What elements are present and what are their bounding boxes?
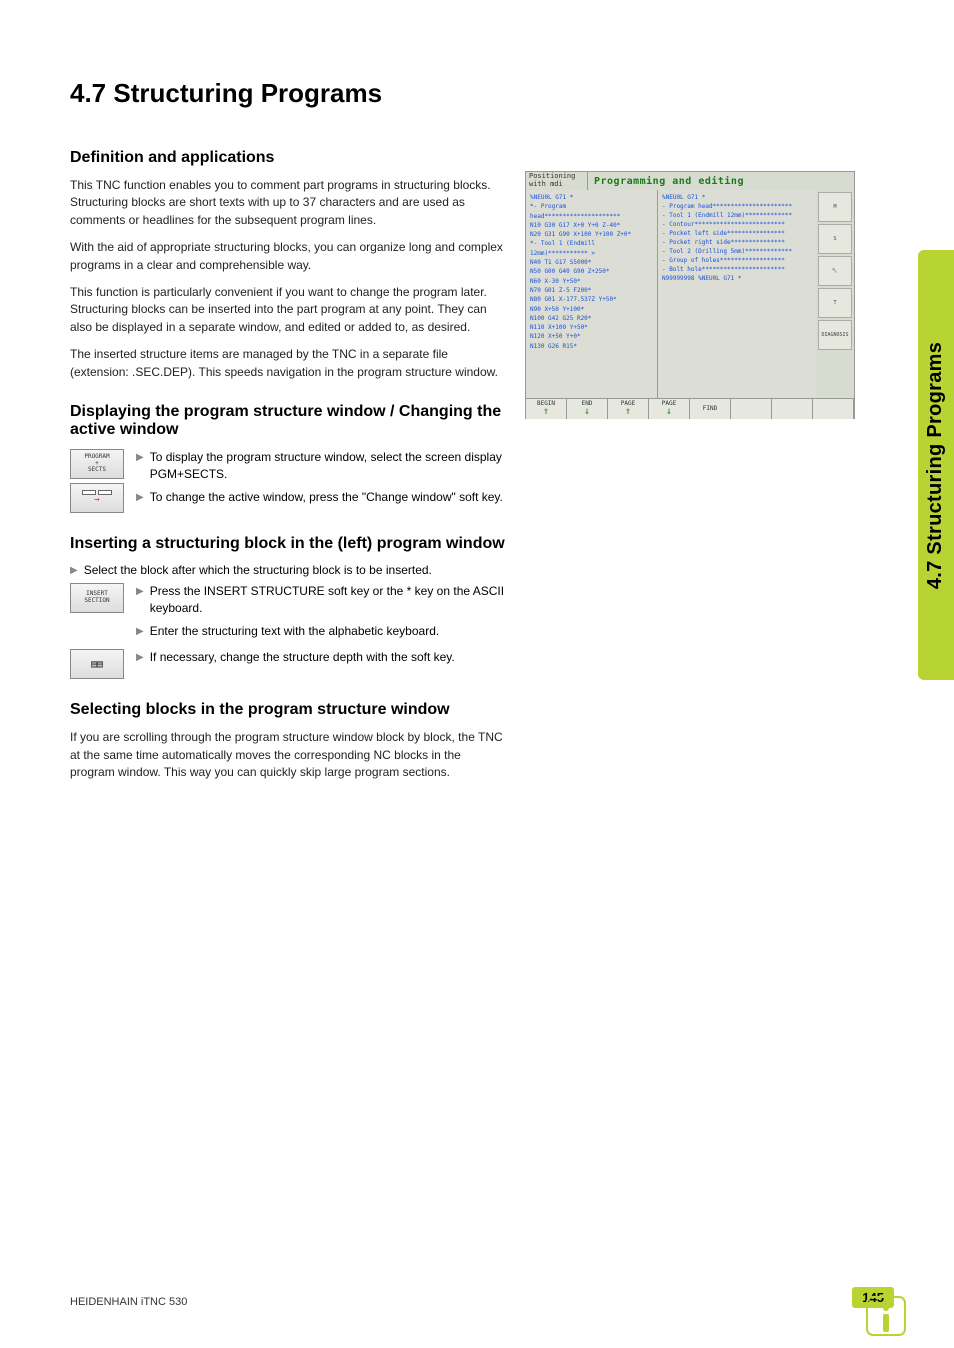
page-heading: 4.7 Structuring Programs — [70, 78, 894, 109]
ss-bottom-button[interactable]: FIND — [690, 399, 731, 419]
ss-right-button[interactable]: T — [818, 288, 852, 318]
ss-bottom-button[interactable]: PAGE⇑ — [608, 399, 649, 419]
disp-item-1: To display the program structure window,… — [150, 449, 505, 483]
ss-bottom-softkeys: BEGIN⇑END⇓PAGE⇑PAGE⇓FIND — [526, 398, 854, 419]
softkey-program-sects-label: PROGRAM + SECTS — [84, 454, 109, 474]
insert-item-1: Press the INSERT STRUCTURE soft key or t… — [150, 583, 505, 617]
ss-right-button[interactable]: S — [818, 224, 852, 254]
ss-program-pane: %NEU0L G71 **- Program head*************… — [526, 190, 658, 398]
change-window-icon: → — [82, 490, 112, 506]
insert-item-3: If necessary, change the structure depth… — [150, 649, 455, 666]
ss-structure-pane: %NEU0L G71 *- Program head**************… — [658, 190, 816, 398]
select-para-1: If you are scrolling through the program… — [70, 729, 505, 781]
ss-bottom-button[interactable] — [731, 399, 772, 419]
ss-bottom-button[interactable]: BEGIN⇑ — [526, 399, 567, 419]
def-para-4: The inserted structure items are managed… — [70, 346, 505, 381]
ss-bottom-button[interactable]: PAGE⇓ — [649, 399, 690, 419]
ss-right-button[interactable]: M — [818, 192, 852, 222]
ss-right-button[interactable]: 🔧 — [818, 256, 852, 286]
disp-item-2: To change the active window, press the "… — [150, 489, 503, 506]
section-display-title: Displaying the program structure window … — [70, 403, 505, 439]
ss-bottom-button[interactable] — [772, 399, 813, 419]
bullet-icon: ▶ — [136, 489, 144, 506]
bullet-icon: ▶ — [136, 449, 144, 483]
insert-lead: Select the block after which the structu… — [84, 563, 432, 577]
footer-product: HEIDENHAIN iTNC 530 — [70, 1296, 187, 1308]
ss-right-button[interactable]: DIAGNOSIS — [818, 320, 852, 350]
softkey-change-window[interactable]: → — [70, 483, 124, 513]
def-para-1: This TNC function enables you to comment… — [70, 177, 505, 229]
tnc-screenshot: Positioning with mdi Programming and edi… — [525, 171, 855, 419]
section-insert-title: Inserting a structuring block in the (le… — [70, 535, 505, 553]
info-icon — [866, 1296, 906, 1336]
def-para-2: With the aid of appropriate structuring … — [70, 239, 505, 274]
bullet-icon: ▶ — [136, 649, 144, 666]
insert-item-2: Enter the structuring text with the alph… — [150, 623, 440, 640]
section-definition-title: Definition and applications — [70, 149, 505, 167]
side-tab: 4.7 Structuring Programs — [918, 250, 954, 680]
ss-right-softkeys: MS🔧TDIAGNOSIS — [816, 190, 854, 398]
softkey-program-sects[interactable]: PROGRAM + SECTS — [70, 449, 124, 479]
side-tab-text: 4.7 Structuring Programs — [925, 341, 948, 588]
def-para-3: This function is particularly convenient… — [70, 284, 505, 336]
section-select-title: Selecting blocks in the program structur… — [70, 701, 505, 719]
bullet-icon: ▶ — [70, 563, 78, 577]
bullet-icon: ▶ — [136, 583, 144, 617]
ss-mode-label: Positioning with mdi — [526, 171, 588, 190]
softkey-structure-depth[interactable]: ▤▤ — [70, 649, 124, 679]
ss-title: Programming and editing — [588, 176, 854, 187]
bullet-icon: ▶ — [136, 623, 144, 640]
softkey-insert-section-label: INSERT SECTION — [84, 591, 109, 604]
ss-bottom-button[interactable]: END⇓ — [567, 399, 608, 419]
ss-bottom-button[interactable] — [813, 399, 854, 419]
softkey-insert-section[interactable]: INSERT SECTION — [70, 583, 124, 613]
structure-depth-icon: ▤▤ — [91, 659, 103, 670]
